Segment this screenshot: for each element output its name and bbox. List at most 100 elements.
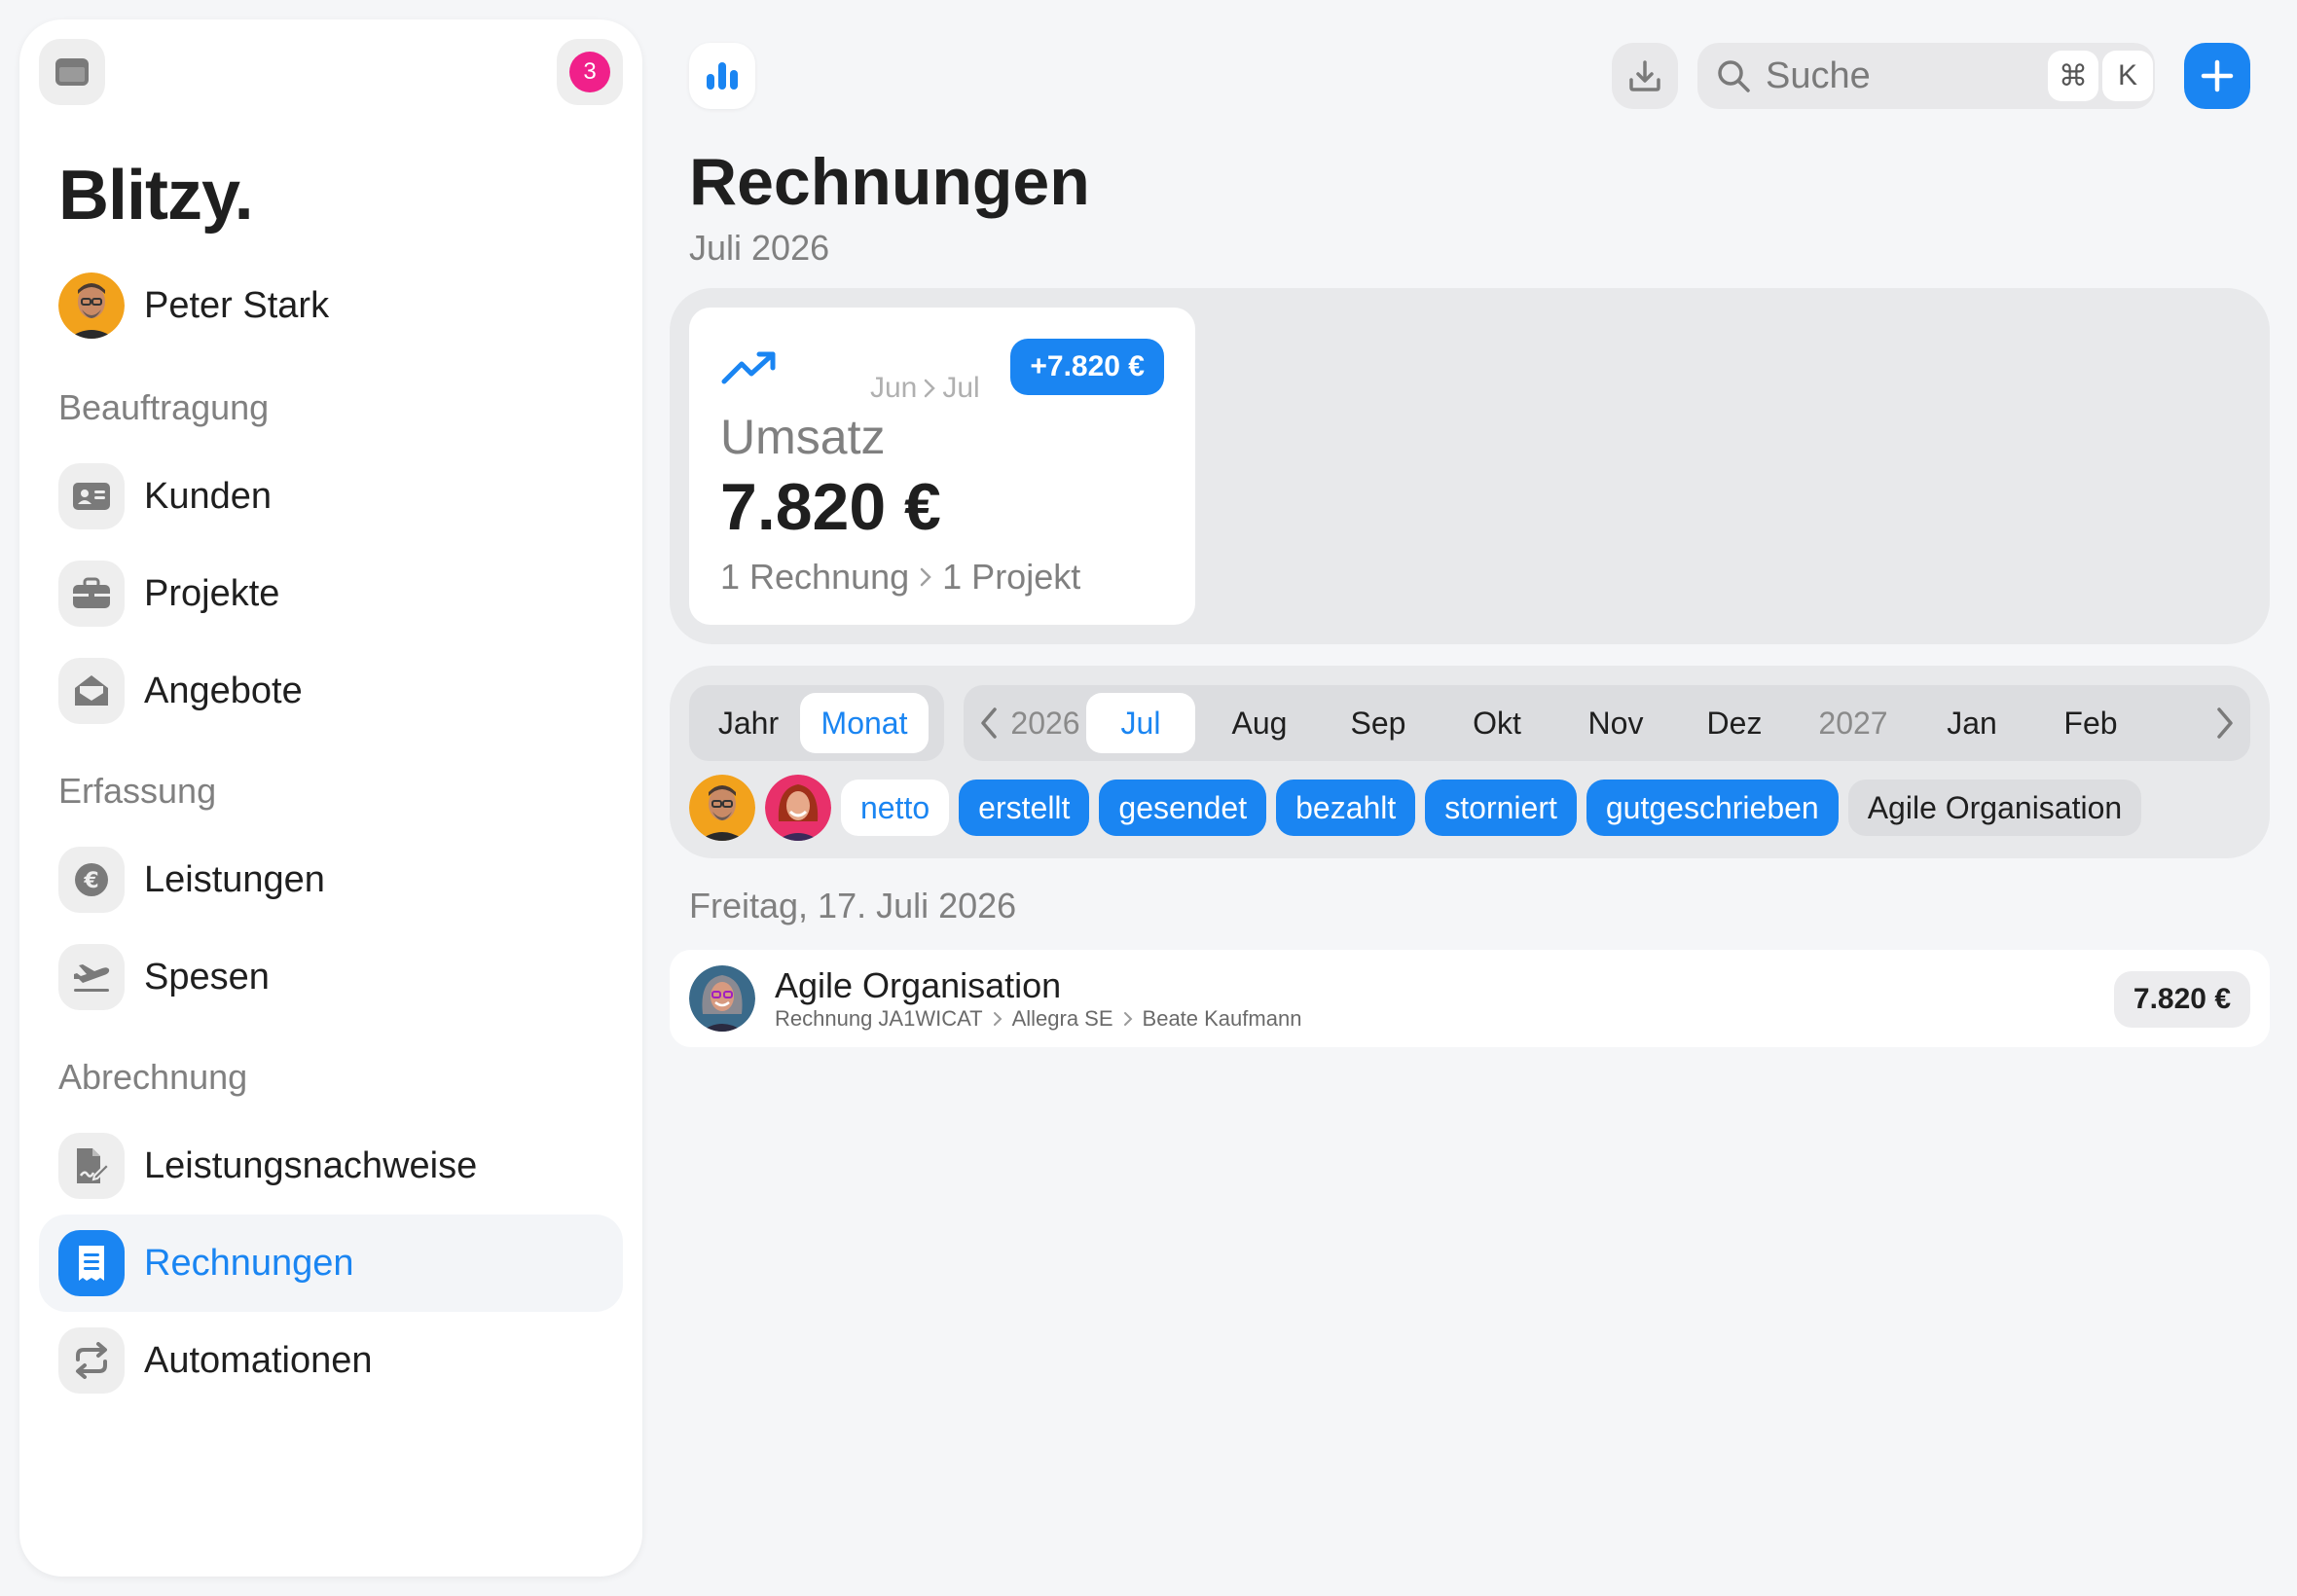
avatar [689,965,755,1032]
chip-netto[interactable]: netto [841,780,950,836]
search-input[interactable] [1766,54,2038,97]
granularity-jahr[interactable]: Jahr [697,693,800,753]
month-picker: 2026 Jul Aug Sep Okt Nov Dez 2027 Jan Fe… [964,685,2250,761]
month-aug[interactable]: Aug [1205,693,1314,753]
kpi-label: Umsatz [720,410,886,464]
row-title: Agile Organisation [775,965,1062,1005]
date-group-header: Freitag, 17. Juli 2026 [689,886,1017,925]
sidebar-item-label: Spesen [144,956,270,998]
sidebar-item-label: Leistungen [144,858,325,900]
user-name: Peter Stark [144,284,330,326]
download-icon [1629,60,1660,91]
delta-badge: +7.820 € [1010,339,1164,395]
chip-gesendet[interactable]: gesendet [1099,780,1267,836]
invoice-count: 1 Rechnung [720,557,910,597]
stats-button[interactable] [689,43,755,109]
month-nov[interactable]: Nov [1561,693,1670,753]
chart-bars-icon [707,62,738,90]
revenue-card[interactable]: Jun Jul +7.820 € Umsatz 7.820 € 1 Rechnu… [689,308,1195,625]
project-count: 1 Projekt [942,557,1081,597]
envelope-open-icon [58,658,125,724]
trend-up-icon [721,351,776,384]
sidebar-item-label: Angebote [144,670,303,711]
chevron-right-icon [993,1012,1002,1026]
contact-name: Beate Kaufmann [1142,1006,1302,1031]
month-dez[interactable]: Dez [1680,693,1789,753]
year-label-2026: 2026 [1010,705,1080,741]
user-profile[interactable]: Peter Stark [58,272,329,339]
filter-chips: netto erstellt gesendet bezahlt stornier… [689,775,2142,841]
sidebar: 3 Blitzy. Peter Stark Beauftragung Kunde… [19,19,642,1577]
section-beauftragung: Beauftragung [58,387,270,427]
month-jul[interactable]: Jul [1086,693,1195,753]
kpi-period: Jun Jul [870,372,980,405]
chevron-right-icon [920,567,931,587]
brand-logo: Blitzy. [58,157,254,235]
chip-customer[interactable]: Agile Organisation [1847,780,2142,836]
page-subtitle: Juli 2026 [689,228,830,268]
plus-icon [2201,59,2234,92]
search-icon [1718,60,1750,92]
avatar-filter-peter[interactable] [689,775,755,841]
row-breadcrumb: Rechnung JA1WICAT Allegra SE Beate Kaufm… [775,1006,1301,1032]
shortcut-modifier-key: ⌘ [2048,51,2098,101]
id-card-icon [58,463,125,529]
sidebar-item-label: Kunden [144,475,273,517]
invoice-number: Rechnung JA1WICAT [775,1006,983,1031]
section-erfassung: Erfassung [58,771,217,811]
chevron-right-icon[interactable] [2213,705,2237,742]
year-label-2027: 2027 [1818,705,1888,741]
search-bar[interactable]: ⌘ K [1697,43,2155,109]
chip-erstellt[interactable]: erstellt [959,780,1090,836]
avatar-filter-colleague[interactable] [765,775,831,841]
plane-icon [58,944,125,1010]
add-invoice-button[interactable] [2184,43,2250,109]
list-item[interactable]: Agile Organisation Rechnung JA1WICAT All… [670,950,2270,1047]
repeat-icon [58,1327,125,1394]
sidebar-item-leistungen[interactable]: € Leistungen [39,831,623,928]
amount-badge: 7.820 € [2113,971,2250,1028]
sidebar-item-label: Projekte [144,572,280,614]
sidebar-item-label: Automationen [144,1339,373,1381]
chip-gutgeschrieben[interactable]: gutgeschrieben [1586,780,1839,836]
chevron-right-icon [1123,1012,1132,1026]
period-from: Jun [870,372,918,404]
chip-storniert[interactable]: storniert [1425,780,1577,836]
sidebar-item-angebote[interactable]: Angebote [39,642,623,740]
svg-text:€: € [83,869,98,893]
page-title: Rechnungen [689,145,1090,219]
section-abrechnung: Abrechnung [58,1057,248,1097]
sidebar-item-leistungsnachweise[interactable]: Leistungsnachweise [39,1117,623,1215]
period-to: Jul [942,372,980,404]
shortcut-key: K [2102,51,2153,101]
month-feb[interactable]: Feb [2036,693,2145,753]
sidebar-item-kunden[interactable]: Kunden [39,448,623,545]
euro-coin-icon: € [58,847,125,913]
receipt-icon [58,1230,125,1296]
sidebar-item-projekte[interactable]: Projekte [39,545,623,642]
sidebar-item-label: Rechnungen [144,1242,354,1284]
chevron-right-icon [925,379,936,398]
month-jan[interactable]: Jan [1917,693,2026,753]
filter-panel: Jahr Monat 2026 Jul Aug Sep Okt Nov Dez … [670,666,2270,858]
window-icon [55,58,89,86]
download-button[interactable] [1612,43,1678,109]
granularity-monat[interactable]: Monat [800,693,929,753]
chip-bezahlt[interactable]: bezahlt [1276,780,1416,836]
kpi-counts: 1 Rechnung 1 Projekt [720,557,1080,598]
sidebar-item-rechnungen[interactable]: Rechnungen [39,1215,623,1312]
summary-panel: Jun Jul +7.820 € Umsatz 7.820 € 1 Rechnu… [670,288,2270,644]
briefcase-icon [58,561,125,627]
notification-badge: 3 [569,52,610,92]
signed-document-icon [58,1133,125,1199]
kpi-value: 7.820 € [720,470,941,544]
toggle-sidebar-button[interactable] [39,39,105,105]
sidebar-item-automationen[interactable]: Automationen [39,1312,623,1409]
company-name: Allegra SE [1011,1006,1113,1031]
month-okt[interactable]: Okt [1442,693,1551,753]
notifications-button[interactable]: 3 [557,39,623,105]
month-sep[interactable]: Sep [1324,693,1433,753]
avatar [58,272,125,339]
sidebar-item-spesen[interactable]: Spesen [39,928,623,1026]
granularity-toggle: Jahr Monat [689,685,944,761]
